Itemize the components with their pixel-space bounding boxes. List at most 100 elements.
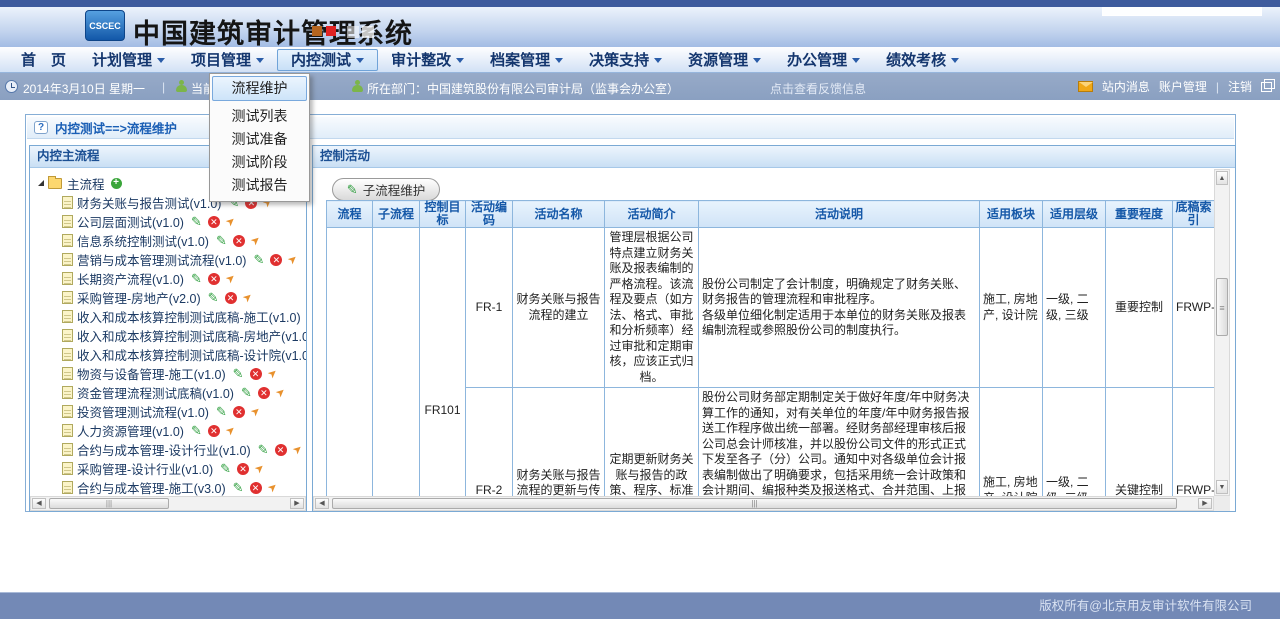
tree-item[interactable]: 收入和成本核算控制测试底稿-房地产(v1.0)✎	[36, 326, 306, 345]
publish-icon[interactable]: ➤	[289, 442, 305, 458]
publish-icon[interactable]: ➤	[285, 252, 301, 268]
delete-icon[interactable]: ✕	[208, 273, 220, 285]
publish-icon[interactable]: ➤	[223, 271, 239, 287]
tree-expand-icon[interactable]	[38, 180, 44, 186]
delete-icon[interactable]: ✕	[208, 216, 220, 228]
scroll-down-arrow[interactable]: ▼	[1216, 480, 1228, 494]
dropdown-item-process-maintain[interactable]: 流程维护	[212, 76, 307, 101]
delete-icon[interactable]: ✕	[233, 235, 245, 247]
delete-icon[interactable]: ✕	[237, 463, 249, 475]
column-header[interactable]: 活动编码	[466, 201, 513, 228]
publish-icon[interactable]: ➤	[264, 366, 280, 382]
cell-activity-name: 财务关账与报告流程的建立	[513, 228, 605, 388]
popup-window-icon[interactable]	[1261, 82, 1272, 92]
publish-icon[interactable]: ➤	[273, 385, 289, 401]
delete-icon[interactable]: ✕	[250, 368, 262, 380]
menu-item-resource-mgmt[interactable]: 资源管理	[675, 49, 774, 71]
column-header[interactable]: 适用层级	[1043, 201, 1106, 228]
dropdown-item-test-list[interactable]: 测试列表	[212, 105, 307, 128]
delete-icon[interactable]: ✕	[233, 406, 245, 418]
tree-item[interactable]: 采购管理-房地产(v2.0)✎✕➤	[36, 288, 306, 307]
edit-icon[interactable]: ✎	[258, 442, 269, 458]
edit-icon[interactable]: ✎	[216, 404, 227, 420]
edit-icon[interactable]: ✎	[191, 271, 202, 287]
menu-item-decision-support[interactable]: 决策支持	[576, 49, 675, 71]
publish-icon[interactable]: ➤	[264, 480, 280, 496]
account-mgmt-link[interactable]: 账户管理	[1159, 78, 1207, 95]
menu-item-internal-control-test[interactable]: 内控测试	[277, 49, 378, 71]
tree-item[interactable]: 采购管理-设计行业(v1.0)✎✕➤	[36, 459, 306, 478]
scrollbar-thumb[interactable]: |||	[49, 498, 169, 509]
right-panel-hscrollbar[interactable]: ◀ ▶ |||	[313, 496, 1214, 511]
tree-item[interactable]: 投资管理测试流程(v1.0)✎✕➤	[36, 402, 306, 421]
publish-icon[interactable]: ➤	[248, 404, 264, 420]
tree-item[interactable]: 营销与成本管理测试流程(v1.0)✎✕➤	[36, 250, 306, 269]
scroll-up-arrow[interactable]: ▲	[1216, 171, 1228, 185]
edit-icon[interactable]: ✎	[241, 385, 252, 401]
column-header[interactable]: 适用板块	[980, 201, 1043, 228]
tree-item[interactable]: 合约与成本管理-设计行业(v1.0)✎✕➤	[36, 440, 306, 459]
edit-icon[interactable]: ✎	[220, 461, 231, 477]
logout-link[interactable]: 注销	[1228, 78, 1252, 95]
edit-icon[interactable]: ✎	[253, 252, 264, 268]
publish-icon[interactable]: ➤	[223, 214, 239, 230]
scrollbar-thumb[interactable]: ≡	[1216, 278, 1228, 336]
menu-item-project-mgmt[interactable]: 项目管理	[178, 49, 277, 71]
column-header[interactable]: 活动说明	[699, 201, 980, 228]
column-header[interactable]: 底稿索引	[1173, 201, 1215, 228]
cell-activity-code: FR-1	[466, 228, 513, 388]
menu-item-home[interactable]: 首 页	[8, 49, 79, 71]
add-process-icon[interactable]: +	[111, 178, 122, 189]
subflow-maintain-button[interactable]: ✎ 子流程维护	[332, 178, 440, 201]
edit-icon[interactable]: ✎	[208, 290, 219, 306]
edit-icon[interactable]: ✎	[216, 233, 227, 249]
publish-icon[interactable]: ➤	[252, 461, 268, 477]
tree-item[interactable]: 长期资产流程(v1.0)✎✕➤	[36, 269, 306, 288]
menu-item-plan-mgmt[interactable]: 计划管理	[79, 49, 178, 71]
delete-icon[interactable]: ✕	[275, 444, 287, 456]
dropdown-item-test-stage[interactable]: 测试阶段	[212, 151, 307, 174]
publish-icon[interactable]: ➤	[239, 290, 255, 306]
edit-icon[interactable]: ✎	[191, 214, 202, 230]
tree-item[interactable]: 人力资源管理(v1.0)✎✕➤	[36, 421, 306, 440]
site-messages-link[interactable]: 站内消息	[1102, 78, 1150, 95]
menu-item-office-mgmt[interactable]: 办公管理	[774, 49, 873, 71]
column-header[interactable]: 重要程度	[1106, 201, 1173, 228]
tree-item[interactable]: 物资与设备管理-施工(v1.0)✎✕➤	[36, 364, 306, 383]
publish-icon[interactable]: ➤	[223, 423, 239, 439]
delete-icon[interactable]: ✕	[225, 292, 237, 304]
feedback-link[interactable]: 点击查看反馈信息	[770, 80, 866, 97]
menu-item-performance-eval[interactable]: 绩效考核	[873, 49, 972, 71]
tree-item[interactable]: 收入和成本核算控制测试底稿-设计院(v1.0)✎	[36, 345, 306, 364]
tree-item[interactable]: 资金管理流程测试底稿(v1.0)✎✕➤	[36, 383, 306, 402]
scroll-left-arrow[interactable]: ◀	[32, 498, 46, 509]
scroll-right-arrow[interactable]: ▶	[290, 498, 304, 509]
scrollbar-thumb[interactable]: |||	[332, 498, 1177, 509]
dropdown-item-test-prepare[interactable]: 测试准备	[212, 128, 307, 151]
column-header[interactable]: 活动简介	[605, 201, 699, 228]
left-panel-hscrollbar[interactable]: ◀ ▶ |||	[30, 496, 306, 511]
edit-icon[interactable]: ✎	[233, 366, 244, 382]
edit-icon[interactable]: ✎	[233, 480, 244, 496]
delete-icon[interactable]: ✕	[270, 254, 282, 266]
delete-icon[interactable]: ✕	[208, 425, 220, 437]
publish-icon[interactable]: ➤	[248, 233, 264, 249]
document-icon	[62, 291, 73, 304]
table-vscrollbar[interactable]: ▲ ▼ ≡	[1214, 169, 1230, 496]
column-header[interactable]: 流程	[327, 201, 373, 228]
menu-item-audit-rectification[interactable]: 审计整改	[378, 49, 477, 71]
scroll-left-arrow[interactable]: ◀	[315, 498, 329, 509]
dropdown-item-test-report[interactable]: 测试报告	[212, 174, 307, 197]
column-header[interactable]: 控制目标	[420, 201, 466, 228]
column-header[interactable]: 子流程	[373, 201, 420, 228]
menu-item-archive-mgmt[interactable]: 档案管理	[477, 49, 576, 71]
delete-icon[interactable]: ✕	[258, 387, 270, 399]
edit-icon[interactable]: ✎	[191, 423, 202, 439]
tree-item[interactable]: 收入和成本核算控制测试底稿-施工(v1.0)✎	[36, 307, 306, 326]
tree-item[interactable]: 信息系统控制测试(v1.0)✎✕➤	[36, 231, 306, 250]
scroll-right-arrow[interactable]: ▶	[1198, 498, 1212, 509]
tree-item[interactable]: 合约与成本管理-施工(v3.0)✎✕➤	[36, 478, 306, 496]
column-header[interactable]: 活动名称	[513, 201, 605, 228]
delete-icon[interactable]: ✕	[250, 482, 262, 494]
tree-item[interactable]: 公司层面测试(v1.0)✎✕➤	[36, 212, 306, 231]
